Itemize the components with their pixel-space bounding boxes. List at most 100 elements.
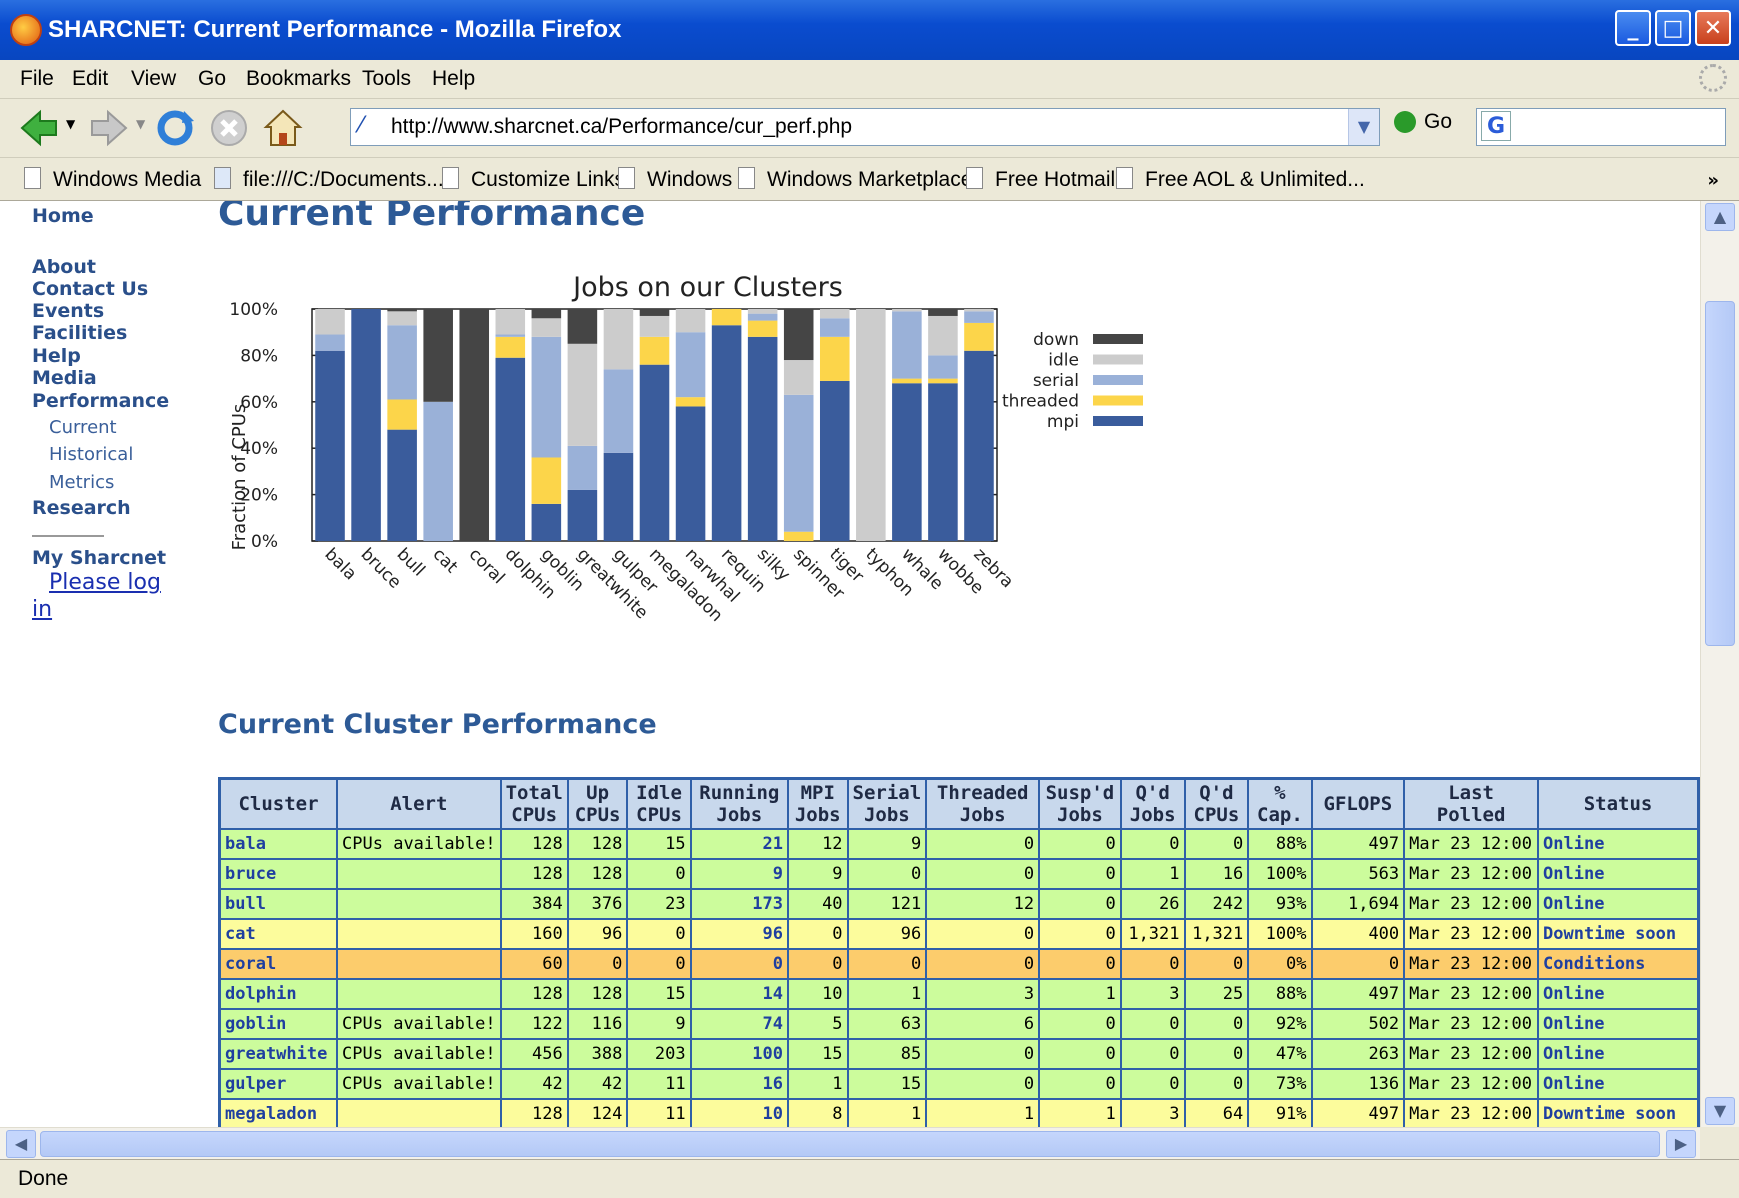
vertical-scroll-thumb[interactable] bbox=[1705, 301, 1735, 646]
cell-gflops: 497 bbox=[1310, 1098, 1406, 1127]
menu-help[interactable]: Help bbox=[432, 67, 475, 91]
running-jobs-link[interactable]: 16 bbox=[689, 1068, 789, 1100]
search-input[interactable]: G bbox=[1476, 108, 1726, 146]
nav-facilities[interactable]: Facilities bbox=[32, 322, 127, 344]
horizontal-scrollbar[interactable]: ◀ ▶ bbox=[0, 1127, 1700, 1160]
running-jobs-link[interactable]: 74 bbox=[689, 1008, 789, 1040]
back-icon[interactable] bbox=[18, 107, 60, 149]
back-dropdown-icon[interactable]: ▼ bbox=[66, 117, 75, 131]
scroll-left-icon[interactable]: ◀ bbox=[6, 1130, 36, 1158]
cell-qd-jobs: 3 bbox=[1119, 978, 1186, 1010]
nav-about[interactable]: About bbox=[32, 256, 96, 278]
bookmark-windows-marketplace[interactable]: Windows Marketplace bbox=[738, 167, 972, 192]
running-jobs-link[interactable]: 21 bbox=[689, 828, 789, 860]
cell-threaded-jobs: 3 bbox=[925, 978, 1041, 1010]
y-tick-label: 100% bbox=[229, 300, 278, 320]
menu-view[interactable]: View bbox=[131, 67, 176, 91]
cell-idle-cpus: 203 bbox=[626, 1038, 692, 1070]
bar-segment-mpi-whale bbox=[892, 383, 922, 541]
table-row: coral 60 0 0 0 0 0 0 0 0 0 0% 0 Mar 23 12:00 Condition… bbox=[218, 948, 1700, 980]
bookmark-windows[interactable]: Windows bbox=[618, 167, 732, 192]
bar-segment-serial-dolphin bbox=[495, 334, 526, 337]
running-jobs-link[interactable]: 10 bbox=[689, 1098, 789, 1127]
status-link[interactable]: Online bbox=[1537, 858, 1700, 890]
bookmark-free-hotmail[interactable]: Free Hotmail bbox=[966, 167, 1115, 192]
cluster-link[interactable]: goblin bbox=[218, 1008, 339, 1040]
scroll-right-icon[interactable]: ▶ bbox=[1666, 1130, 1696, 1158]
scroll-down-icon[interactable]: ▼ bbox=[1705, 1097, 1735, 1125]
menu-edit[interactable]: Edit bbox=[72, 67, 108, 91]
cluster-link[interactable]: megaladon bbox=[218, 1098, 339, 1127]
bar-segment-serial-cat bbox=[423, 401, 453, 541]
forward-dropdown-icon[interactable]: ▼ bbox=[136, 117, 145, 131]
nav-metrics[interactable]: Metrics bbox=[49, 472, 114, 493]
nav-media[interactable]: Media bbox=[32, 367, 97, 389]
cell-mpi-jobs: 0 bbox=[786, 948, 849, 980]
bookmark-free-aol[interactable]: Free AOL & Unlimited... bbox=[1116, 167, 1365, 192]
status-link[interactable]: Online bbox=[1537, 978, 1700, 1010]
bookmark-customize-links[interactable]: Customize Links bbox=[442, 167, 625, 192]
nav-current[interactable]: Current bbox=[49, 417, 117, 438]
cell-alert bbox=[336, 888, 502, 920]
close-button[interactable]: ✕ bbox=[1695, 10, 1731, 46]
running-jobs-link[interactable]: 9 bbox=[689, 858, 789, 890]
nav-historical[interactable]: Historical bbox=[49, 444, 133, 465]
running-jobs-link[interactable]: 173 bbox=[689, 888, 789, 920]
status-link[interactable]: Conditions bbox=[1537, 948, 1700, 980]
nav-performance[interactable]: Performance bbox=[32, 390, 169, 412]
nav-contact-us[interactable]: Contact Us bbox=[32, 278, 148, 300]
cluster-link[interactable]: greatwhite bbox=[218, 1038, 339, 1070]
running-jobs-link[interactable]: 14 bbox=[689, 978, 789, 1010]
cluster-link[interactable]: bruce bbox=[218, 858, 339, 890]
menu-tools[interactable]: Tools bbox=[362, 67, 411, 91]
url-text[interactable]: http://www.sharcnet.ca/Performance/cur_p… bbox=[391, 115, 852, 139]
vertical-scrollbar[interactable]: ▲ ▼ bbox=[1700, 201, 1739, 1127]
cell-suspd-jobs: 0 bbox=[1038, 948, 1122, 980]
cluster-link[interactable]: dolphin bbox=[218, 978, 339, 1010]
login-link[interactable]: Please log bbox=[49, 570, 161, 595]
home-icon[interactable] bbox=[262, 107, 304, 149]
maximize-button[interactable]: □ bbox=[1655, 10, 1691, 46]
nav-help[interactable]: Help bbox=[32, 345, 81, 367]
reload-icon[interactable] bbox=[154, 107, 196, 149]
url-dropdown-icon[interactable]: ▼ bbox=[1348, 109, 1379, 145]
status-link[interactable]: Downtime soon bbox=[1537, 918, 1700, 950]
bookmark-file-documents[interactable]: file:///C:/Documents... bbox=[214, 167, 444, 192]
status-link[interactable]: Online bbox=[1537, 1068, 1700, 1100]
bookmark-windows-media[interactable]: Windows Media bbox=[24, 167, 201, 192]
nav-events[interactable]: Events bbox=[32, 300, 104, 322]
cluster-link[interactable]: bull bbox=[218, 888, 339, 920]
menu-go[interactable]: Go bbox=[198, 67, 226, 91]
minimize-button[interactable]: _ bbox=[1615, 10, 1651, 46]
running-jobs-link[interactable]: 0 bbox=[689, 948, 789, 980]
status-link[interactable]: Online bbox=[1537, 1008, 1700, 1040]
menu-bookmarks[interactable]: Bookmarks bbox=[246, 67, 351, 91]
forward-icon[interactable] bbox=[88, 107, 130, 149]
google-icon[interactable]: G bbox=[1481, 111, 1511, 141]
cluster-link[interactable]: coral bbox=[218, 948, 339, 980]
cell-mpi-jobs: 40 bbox=[786, 888, 849, 920]
status-link[interactable]: Online bbox=[1537, 1038, 1700, 1070]
running-jobs-link[interactable]: 96 bbox=[689, 918, 789, 950]
stop-icon[interactable] bbox=[208, 107, 250, 149]
bar-segment-mpi-bruce bbox=[351, 309, 381, 541]
running-jobs-link[interactable]: 100 bbox=[689, 1038, 789, 1070]
cluster-link[interactable]: cat bbox=[218, 918, 339, 950]
nav-my-sharcnet[interactable]: My Sharcnet bbox=[32, 547, 166, 569]
nav-home[interactable]: Home bbox=[32, 205, 94, 227]
menu-file[interactable]: File bbox=[20, 67, 54, 91]
go-button[interactable]: Go bbox=[1394, 110, 1452, 134]
cluster-link[interactable]: gulper bbox=[218, 1068, 339, 1100]
status-link[interactable]: Downtime soon bbox=[1537, 1098, 1700, 1127]
url-bar[interactable]: ⁄ http://www.sharcnet.ca/Performance/cur… bbox=[350, 108, 1380, 146]
legend-swatch-mpi bbox=[1093, 416, 1143, 426]
cluster-link[interactable]: bala bbox=[218, 828, 339, 860]
status-link[interactable]: Online bbox=[1537, 888, 1700, 920]
page-content: Home About Contact Us Events Facilities … bbox=[0, 201, 1700, 1127]
login-link-continued[interactable]: in bbox=[32, 597, 52, 622]
horizontal-scroll-thumb[interactable] bbox=[40, 1131, 1660, 1157]
more-bookmarks-chevron-icon[interactable]: » bbox=[1707, 170, 1719, 191]
status-link[interactable]: Online bbox=[1537, 828, 1700, 860]
nav-research[interactable]: Research bbox=[32, 497, 131, 519]
scroll-up-icon[interactable]: ▲ bbox=[1705, 203, 1735, 231]
